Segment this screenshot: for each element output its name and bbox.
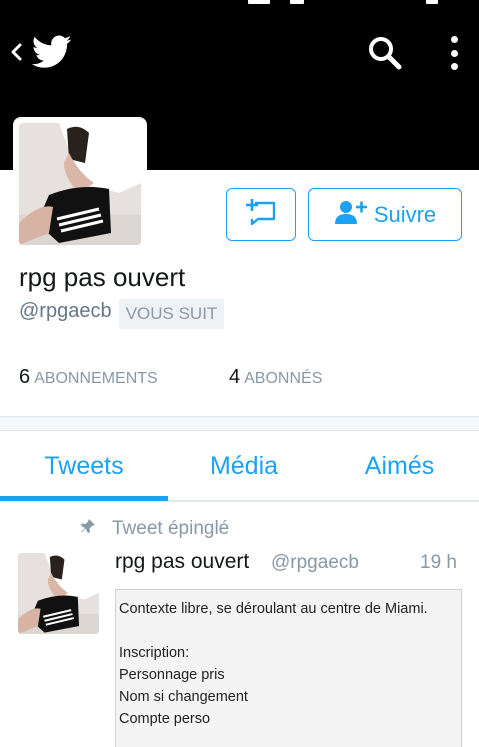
follows-you-badge: VOUS SUIT (119, 299, 224, 329)
image-text-line: Personnage pris (119, 667, 225, 683)
direct-message-button[interactable] (226, 188, 296, 241)
tweet-author-handle: @rpgaecb (271, 552, 359, 573)
profile-display-name: rpg pas ouvert (19, 262, 186, 292)
image-text-line: Compte perso (119, 711, 211, 727)
direct-message-icon (244, 197, 278, 232)
profile-avatar-frame (13, 117, 147, 251)
active-tab-indicator (0, 496, 168, 501)
followers-label: ABONNÉS (244, 370, 323, 387)
image-text-line: Inscription: (119, 645, 190, 661)
back-chevron-icon[interactable] (6, 36, 26, 68)
tab-tweets[interactable]: Tweets (0, 432, 168, 500)
twitter-bird-icon[interactable] (31, 34, 72, 70)
followers-count: 4 (229, 366, 241, 388)
follow-button[interactable]: Suivre (308, 188, 462, 241)
pin-icon (80, 518, 112, 540)
following-label: ABONNEMENTS (34, 370, 158, 387)
tweet-timestamp: 19 h (420, 552, 457, 573)
avatar[interactable] (19, 123, 141, 245)
search-icon[interactable] (366, 34, 404, 72)
image-text-line: Nom si changement (119, 689, 248, 705)
tweet-author-avatar[interactable] (18, 553, 99, 634)
status-bar (248, 0, 438, 6)
section-divider (0, 416, 479, 431)
following-stat[interactable]: 6 ABONNEMENTS (19, 366, 158, 389)
profile-handle: @rpgaecb (19, 300, 112, 322)
tweet-author-name[interactable]: rpg pas ouvert (115, 550, 249, 574)
followers-stat[interactable]: 4 ABONNÉS (229, 366, 322, 389)
tab-media[interactable]: Média (168, 432, 320, 500)
more-vertical-icon[interactable] (440, 34, 468, 72)
tweet-attached-image[interactable]: Contexte libre, se déroulant au centre d… (115, 589, 462, 747)
follow-button-label: Suivre (373, 201, 437, 227)
add-user-icon (334, 199, 374, 231)
image-text-line: Contexte libre, se déroulant au centre d… (119, 601, 428, 617)
following-count: 6 (19, 366, 31, 388)
profile-tabs: Tweets Média Aimés (0, 432, 479, 502)
pinned-label-text: Tweet épinglé (112, 518, 230, 539)
tab-likes[interactable]: Aimés (320, 432, 479, 500)
pinned-tweet-label: Tweet épinglé (80, 517, 229, 541)
